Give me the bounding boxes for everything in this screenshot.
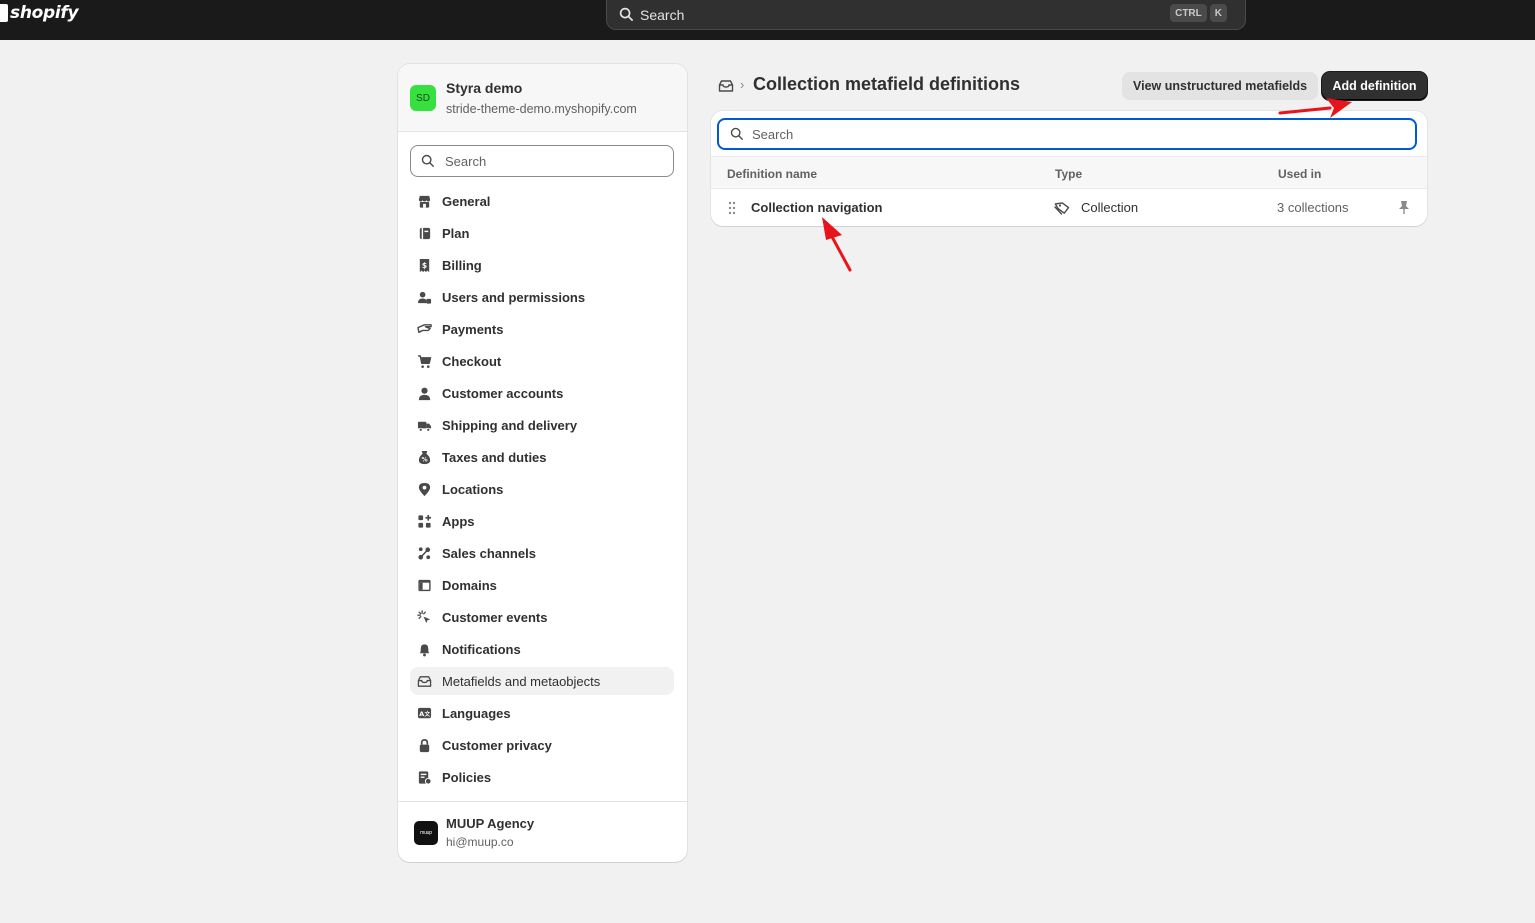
sidebar-item-notifications[interactable]: Notifications: [410, 635, 674, 663]
account-footer[interactable]: muup MUUP Agency hi@muup.co: [398, 801, 687, 862]
sidebar-item-apps[interactable]: Apps: [410, 507, 674, 535]
definition-name-link[interactable]: Collection navigation: [751, 200, 882, 215]
settings-sidebar: SD Styra demo stride-theme-demo.myshopif…: [398, 64, 687, 862]
add-definition-button[interactable]: Add definition: [1322, 72, 1427, 100]
store-icon: [416, 193, 432, 209]
sidebar-item-plan[interactable]: Plan: [410, 219, 674, 247]
top-bar: shopify Search CTRL K: [0, 0, 1535, 40]
sidebar-item-billing[interactable]: $ Billing: [410, 251, 674, 279]
table-header: Definition name Type Used in: [711, 156, 1427, 189]
apps-icon: [416, 513, 432, 529]
column-definition-name: Definition name: [727, 167, 818, 181]
column-type: Type: [1055, 167, 1083, 181]
settings-nav: General Plan $ Billing Users and permiss…: [410, 187, 674, 795]
definitions-table: Search Definition name Type Used in Coll…: [711, 111, 1427, 226]
location-pin-icon: [416, 481, 432, 497]
sidebar-item-customer-privacy[interactable]: Customer privacy: [410, 731, 674, 759]
sidebar-item-customer-accounts[interactable]: Customer accounts: [410, 379, 674, 407]
plan-icon: [416, 225, 432, 241]
collection-tag-icon: [1054, 200, 1071, 219]
svg-text:文: 文: [423, 709, 430, 717]
store-name: Styra demo: [446, 80, 523, 96]
sidebar-item-sales-channels[interactable]: Sales channels: [410, 539, 674, 567]
sidebar-item-shipping-and-delivery[interactable]: Shipping and delivery: [410, 411, 674, 439]
sidebar-item-checkout[interactable]: Checkout: [410, 347, 674, 375]
table-row[interactable]: Collection navigation Collection 3 colle…: [711, 190, 1427, 226]
view-unstructured-metafields-button[interactable]: View unstructured metafields: [1122, 72, 1319, 100]
svg-text:%: %: [421, 456, 427, 463]
keyboard-shortcut: CTRL K: [1170, 4, 1227, 22]
taxes-icon: %: [416, 449, 432, 465]
store-domain: stride-theme-demo.myshopify.com: [446, 102, 637, 116]
lock-icon: [416, 737, 432, 753]
sidebar-item-locations[interactable]: Locations: [410, 475, 674, 503]
billing-icon: $: [416, 257, 432, 273]
page-header: › Collection metafield definitions View …: [718, 72, 1428, 100]
payments-icon: [416, 321, 432, 337]
settings-search-placeholder: Search: [445, 153, 487, 169]
cursor-click-icon: [416, 609, 432, 625]
sales-channels-icon: [416, 545, 432, 561]
policies-icon: [416, 769, 432, 785]
pin-icon[interactable]: [1397, 200, 1411, 218]
truck-icon: [416, 417, 432, 433]
sidebar-item-metafields-and-metaobjects[interactable]: Metafields and metaobjects: [410, 667, 674, 695]
search-icon: [421, 154, 434, 167]
sidebar-item-payments[interactable]: Payments: [410, 315, 674, 343]
metafields-icon: [416, 673, 432, 689]
sidebar-item-taxes-and-duties[interactable]: % Taxes and duties: [410, 443, 674, 471]
account-email: hi@muup.co: [446, 835, 514, 849]
global-search-placeholder: Search: [640, 6, 685, 23]
language-icon: A文: [416, 705, 432, 721]
sidebar-item-general[interactable]: General: [410, 187, 674, 215]
sidebar-item-domains[interactable]: Domains: [410, 571, 674, 599]
kbd-k: K: [1209, 4, 1227, 22]
bell-icon: [416, 641, 432, 657]
svg-text:$: $: [421, 260, 426, 269]
account-name: MUUP Agency: [446, 816, 535, 831]
person-icon: [416, 385, 432, 401]
column-used-in: Used in: [1278, 167, 1322, 181]
metafields-icon[interactable]: [718, 78, 734, 99]
definition-used-in: 3 collections: [1277, 200, 1349, 215]
shopping-bag-icon: [0, 4, 8, 22]
agency-logo: muup: [414, 821, 438, 845]
drag-handle-icon[interactable]: [727, 201, 737, 218]
store-switcher[interactable]: SD Styra demo stride-theme-demo.myshopif…: [398, 64, 687, 132]
sidebar-item-customer-events[interactable]: Customer events: [410, 603, 674, 631]
globe-icon: [416, 577, 432, 593]
search-icon: [619, 7, 633, 21]
sidebar-item-languages[interactable]: A文 Languages: [410, 699, 674, 727]
cart-icon: [416, 353, 432, 369]
sidebar-item-users-and-permissions[interactable]: Users and permissions: [410, 283, 674, 311]
page-title: Collection metafield definitions: [753, 74, 1021, 94]
chevron-right-icon: ›: [740, 77, 745, 92]
sidebar-item-policies[interactable]: Policies: [410, 763, 674, 791]
definition-type: Collection: [1081, 200, 1139, 215]
store-avatar: SD: [410, 85, 436, 111]
search-icon: [730, 127, 743, 140]
settings-search-input[interactable]: Search: [410, 145, 674, 177]
definitions-search-placeholder: Search: [752, 126, 794, 142]
users-icon: [416, 289, 432, 305]
shopify-logo[interactable]: shopify: [0, 2, 79, 24]
definitions-search-input[interactable]: Search: [717, 118, 1417, 150]
global-search-bar[interactable]: Search CTRL K: [606, 0, 1246, 30]
kbd-ctrl: CTRL: [1170, 4, 1207, 22]
